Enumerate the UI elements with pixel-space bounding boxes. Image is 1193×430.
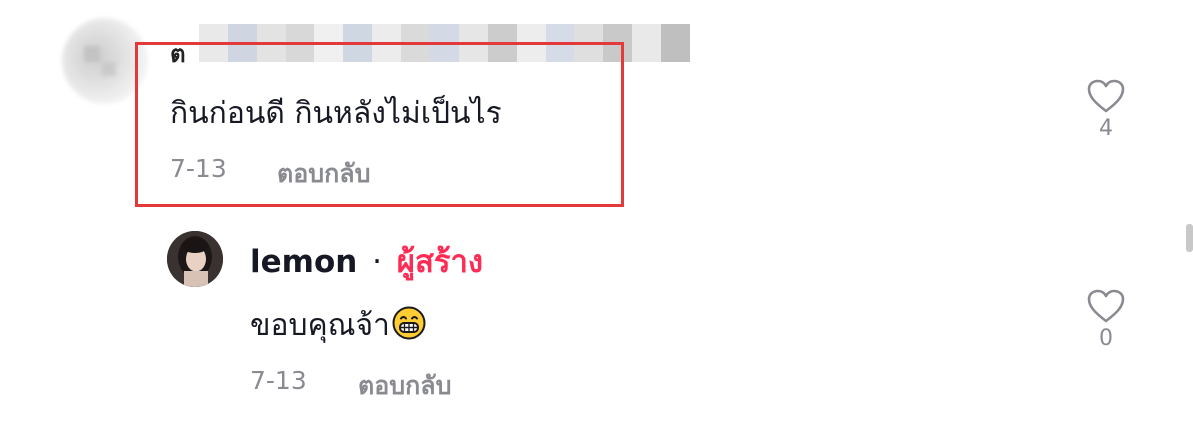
reply-author-line: lemon · ผู้สร้าง	[250, 236, 483, 286]
username-link[interactable]: lemon	[250, 244, 357, 280]
comments-panel: ต กินก่อนดี กินหลังไม่เป็นไร 7-13 ตอบกลั…	[0, 0, 1193, 430]
profile-photo	[167, 231, 223, 287]
creator-badge: ผู้สร้าง	[396, 244, 484, 280]
heart-icon	[1087, 289, 1125, 323]
comment-date: 7-13	[170, 154, 227, 183]
like-button[interactable]: 0	[1082, 288, 1130, 351]
scrollbar-handle[interactable]	[1186, 224, 1193, 252]
heart-icon	[1087, 79, 1125, 113]
reply-date: 7-13	[250, 366, 307, 395]
comment-text: กินก่อนดี กินหลังไม่เป็นไร	[170, 96, 502, 131]
reply-button[interactable]: ตอบกลับ	[358, 366, 451, 406]
like-count: 0	[1099, 326, 1113, 351]
separator-dot: ·	[372, 244, 382, 280]
like-button[interactable]: 4	[1082, 78, 1130, 141]
like-count: 4	[1099, 116, 1113, 141]
reply-text: ขอบคุณจ้า	[250, 308, 390, 343]
reply-text-line: ขอบคุณจ้า	[250, 302, 426, 349]
grinning-face-icon	[392, 306, 426, 348]
avatar[interactable]	[167, 231, 223, 287]
reply-button[interactable]: ตอบกลับ	[277, 154, 370, 194]
